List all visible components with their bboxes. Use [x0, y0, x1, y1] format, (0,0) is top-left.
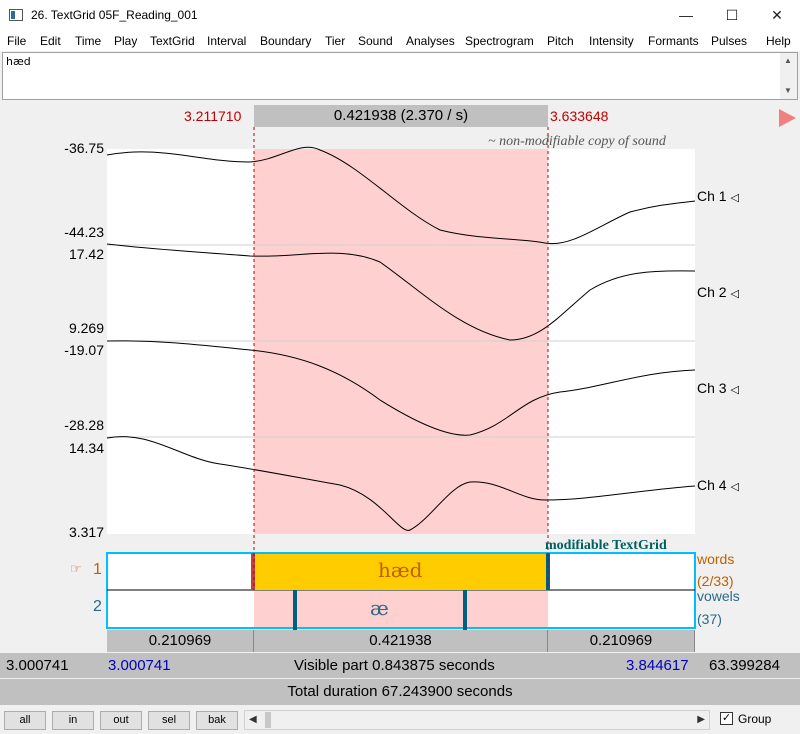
- ch1-ymin: -44.23: [64, 224, 104, 240]
- menu-sound[interactable]: Sound: [358, 34, 393, 48]
- maximize-button[interactable]: ☐: [709, 0, 755, 31]
- zoom-all-button[interactable]: all: [4, 711, 46, 730]
- visible-start-time: 3.000741: [108, 657, 171, 674]
- channel-2-name: Ch 2: [697, 284, 727, 300]
- word-interval-label[interactable]: hæd: [378, 558, 422, 582]
- menu-time[interactable]: Time: [75, 34, 101, 48]
- selection-duration[interactable]: 0.421938 (2.370 / s): [254, 105, 548, 127]
- total-end-time: 63.399284: [709, 657, 780, 674]
- bottom-controls: all in out sel bak ◀ ▶ ✓ Group: [0, 706, 800, 734]
- menu-help[interactable]: Help: [766, 34, 791, 48]
- sound-copy-note: ~ non-modifiable copy of sound: [488, 134, 666, 149]
- speaker-icon[interactable]: ◁: [730, 383, 738, 396]
- ch4-ymin: 3.317: [68, 524, 104, 540]
- channel-4-name: Ch 4: [697, 477, 727, 493]
- waveform-and-tiers-canvas[interactable]: [0, 101, 800, 706]
- ch3-ymin: -28.28: [64, 417, 104, 433]
- selection-end-time: 3.633648: [550, 108, 609, 124]
- tier-2-count: (37): [697, 611, 722, 627]
- speaker-icon[interactable]: ◁: [730, 191, 738, 204]
- tier-2-name[interactable]: vowels: [697, 588, 740, 604]
- praat-app-icon: [9, 9, 23, 21]
- menu-tier[interactable]: Tier: [325, 34, 345, 48]
- ch4-ymax: 14.34: [68, 440, 104, 456]
- selection-region-tier2: [254, 591, 548, 627]
- ch3-ymax: -19.07: [64, 342, 104, 358]
- channel-1-label[interactable]: Ch 1 ◁: [697, 188, 739, 204]
- interval-text-value[interactable]: hæd: [6, 55, 31, 68]
- menu-textgrid[interactable]: TextGrid: [150, 34, 195, 48]
- visible-part-label: Visible part 0.843875 seconds: [294, 657, 495, 674]
- menu-intensity[interactable]: Intensity: [589, 34, 634, 48]
- channel-3-label[interactable]: Ch 3 ◁: [697, 380, 739, 396]
- scroll-up-icon[interactable]: ▲: [784, 56, 792, 65]
- tier-1-number[interactable]: 1: [93, 561, 102, 579]
- text-scrollbar[interactable]: ▲ ▼: [780, 53, 797, 99]
- menu-edit[interactable]: Edit: [40, 34, 61, 48]
- menu-file[interactable]: File: [7, 34, 26, 48]
- interval-text-field[interactable]: hæd ▲ ▼: [2, 52, 798, 100]
- menu-pulses[interactable]: Pulses: [711, 34, 747, 48]
- menu-formants[interactable]: Formants: [648, 34, 699, 48]
- channel-4-label[interactable]: Ch 4 ◁: [697, 477, 739, 493]
- minimize-button[interactable]: —: [663, 0, 709, 31]
- menu-play[interactable]: Play: [114, 34, 137, 48]
- title-bar: 26. TextGrid 05F_Reading_001 — ☐ ✕: [0, 0, 800, 31]
- left-duration-box[interactable]: 0.210969: [107, 630, 254, 652]
- ch1-ymax: -36.75: [64, 140, 104, 156]
- scroll-down-icon[interactable]: ▼: [784, 86, 792, 95]
- horizontal-scrollbar[interactable]: ◀ ▶: [244, 710, 710, 730]
- zoom-out-button[interactable]: out: [100, 711, 142, 730]
- tier-1-count: (2/33): [697, 573, 734, 589]
- group-checkbox[interactable]: ✓: [720, 712, 733, 725]
- total-start-time: 3.000741: [6, 657, 69, 674]
- zoom-back-button[interactable]: bak: [196, 711, 238, 730]
- menu-pitch[interactable]: Pitch: [547, 34, 574, 48]
- play-window-icon[interactable]: [779, 109, 796, 127]
- channel-2-label[interactable]: Ch 2 ◁: [697, 284, 739, 300]
- menu-interval[interactable]: Interval: [207, 34, 246, 48]
- speaker-icon[interactable]: ◁: [730, 287, 738, 300]
- menu-spectrogram[interactable]: Spectrogram: [465, 34, 534, 48]
- ch2-ymax: 17.42: [68, 246, 104, 262]
- tier-1-name[interactable]: words: [697, 551, 734, 567]
- scrollbar-thumb[interactable]: [265, 712, 271, 728]
- scroll-right-icon[interactable]: ▶: [697, 714, 705, 725]
- channel-1-name: Ch 1: [697, 188, 727, 204]
- right-duration-box[interactable]: 0.210969: [548, 630, 695, 652]
- window-title: 26. TextGrid 05F_Reading_001: [31, 8, 198, 22]
- selected-duration-box[interactable]: 0.421938: [254, 630, 548, 652]
- menu-analyses[interactable]: Analyses: [406, 34, 455, 48]
- tier-2-number[interactable]: 2: [93, 598, 102, 616]
- visible-end-time: 3.844617: [626, 657, 689, 674]
- scroll-left-icon[interactable]: ◀: [249, 714, 257, 725]
- group-label: Group: [738, 712, 772, 726]
- channel-3-name: Ch 3: [697, 380, 727, 396]
- selection-start-time: 3.211710: [184, 108, 242, 124]
- speaker-icon[interactable]: ◁: [730, 480, 738, 493]
- zoom-in-button[interactable]: in: [52, 711, 94, 730]
- menu-boundary[interactable]: Boundary: [260, 34, 311, 48]
- zoom-sel-button[interactable]: sel: [148, 711, 190, 730]
- textgrid-note: modifiable TextGrid: [545, 538, 667, 553]
- menu-bar: File Edit Time Play TextGrid Interval Bo…: [0, 31, 800, 51]
- vowel-interval-label[interactable]: æ: [370, 596, 389, 620]
- ch2-ymin: 9.269: [68, 320, 104, 336]
- total-duration-bar[interactable]: Total duration 67.243900 seconds: [0, 679, 800, 705]
- close-button[interactable]: ✕: [754, 0, 800, 31]
- tier-pointer-icon: ☞: [70, 561, 82, 576]
